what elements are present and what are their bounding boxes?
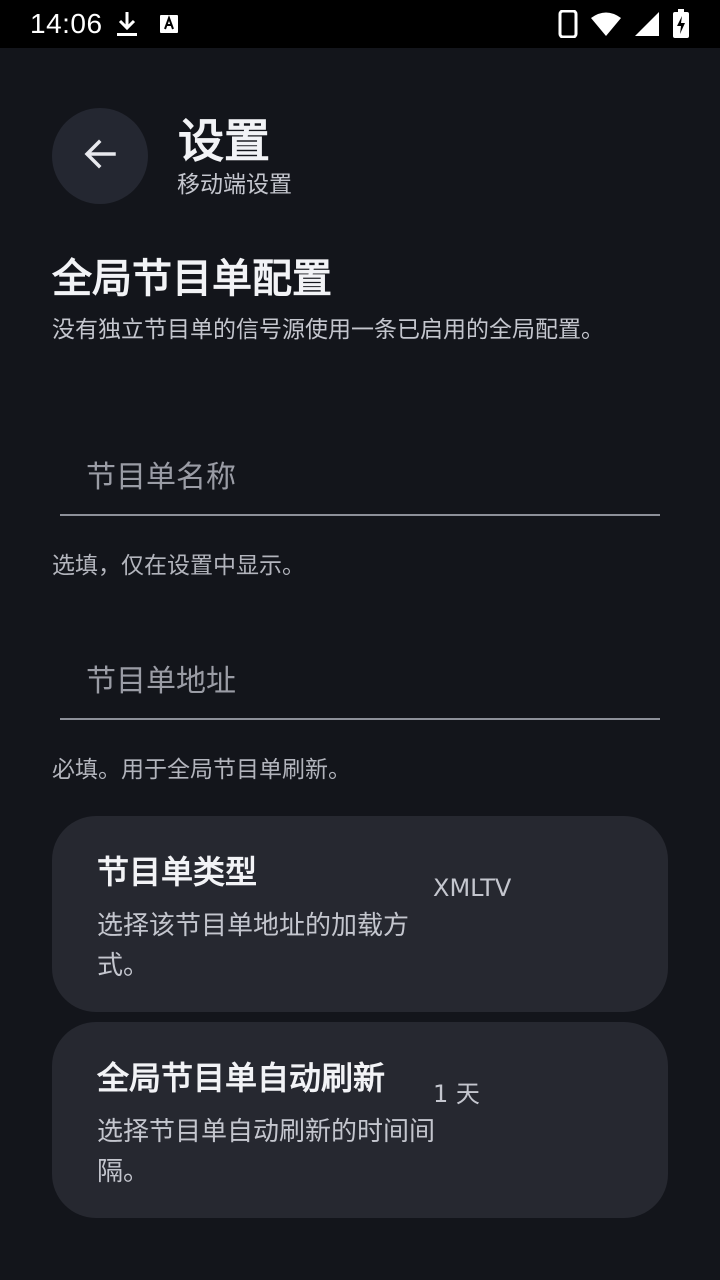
- epg-type-description: 选择该节目单地址的加载方式。: [97, 911, 410, 981]
- battery-charging-icon: [672, 9, 690, 39]
- download-icon: [115, 10, 139, 38]
- epg-name-field[interactable]: [60, 440, 660, 516]
- auto-refresh-description: 选择节目单自动刷新的时间间隔。: [97, 1117, 436, 1187]
- auto-refresh-card[interactable]: 全局节目单自动刷新 选择节目单自动刷新的时间间隔。 1 天: [52, 1022, 668, 1218]
- auto-refresh-value: 1 天: [433, 1080, 480, 1108]
- page-subtitle: 移动端设置: [177, 172, 292, 198]
- status-time: 14:06: [30, 8, 103, 39]
- section-description: 没有独立节目单的信号源使用一条已启用的全局配置。: [52, 317, 604, 343]
- phone-icon: [558, 10, 578, 38]
- epg-type-card[interactable]: 节目单类型 选择该节目单地址的加载方式。 XMLTV: [52, 816, 668, 1012]
- epg-url-helper: 必填。用于全局节目单刷新。: [52, 757, 351, 783]
- wifi-icon: [590, 11, 622, 37]
- epg-type-title: 节目单类型: [97, 853, 258, 891]
- settings-page: 设置 移动端设置 全局节目单配置 没有独立节目单的信号源使用一条已启用的全局配置…: [0, 48, 720, 1280]
- page-title: 设置: [178, 114, 270, 168]
- font-icon: [159, 14, 179, 34]
- section-title: 全局节目单配置: [52, 256, 332, 302]
- epg-url-field[interactable]: [60, 644, 660, 720]
- back-button[interactable]: [52, 108, 148, 204]
- epg-name-helper: 选填，仅在设置中显示。: [52, 553, 305, 579]
- status-bar: 14:06: [0, 0, 720, 48]
- auto-refresh-title: 全局节目单自动刷新: [97, 1059, 386, 1097]
- signal-icon: [634, 11, 660, 37]
- epg-type-value: XMLTV: [433, 874, 512, 902]
- arrow-left-icon: [80, 134, 120, 178]
- epg-url-input[interactable]: [60, 644, 660, 718]
- epg-name-input[interactable]: [60, 440, 660, 514]
